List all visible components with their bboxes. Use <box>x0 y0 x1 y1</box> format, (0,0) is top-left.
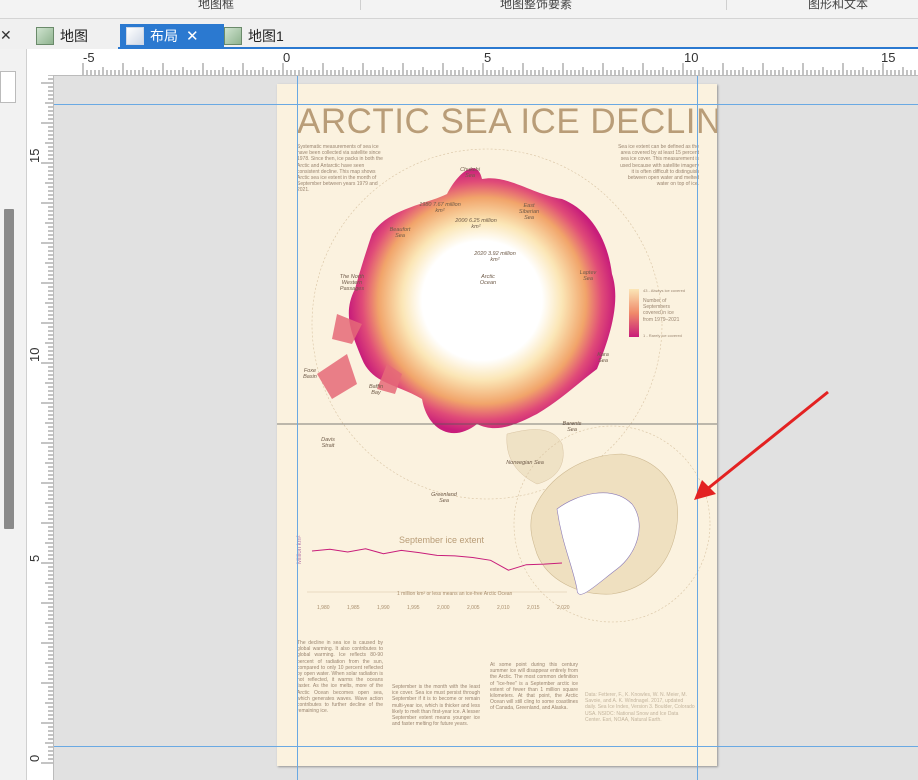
label-foxe: Foxe Basin <box>303 368 317 380</box>
ruler-label: 0 <box>283 50 290 65</box>
chart-x-tick: 2,005 <box>467 605 480 611</box>
guide-line[interactable] <box>297 76 298 780</box>
close-icon[interactable]: ✕ <box>0 27 12 44</box>
label-laptev: Laptev Sea <box>579 270 597 282</box>
map-icon <box>224 27 242 45</box>
credits-text: Data: Fetterer, F., K. Knowles, W. N. Me… <box>585 692 695 723</box>
ribbon-separator <box>726 0 727 10</box>
ribbon-group-bar: 地图框 地图整饰要素 图形和文本 <box>0 0 918 19</box>
label-east-siberian: East Siberian Sea <box>518 203 540 221</box>
label-greenland: Greenland Sea <box>431 492 457 504</box>
label-nwp: The North Western Passages <box>339 274 365 292</box>
layout-page[interactable]: ARCTIC SEA ICE DECLINE Systematic measur… <box>277 84 717 766</box>
sea-ice-extent <box>348 168 616 434</box>
red-arrow-annotation <box>694 390 829 500</box>
chart-x-tick: 2,020 <box>557 605 570 611</box>
arrow-shaft <box>705 390 829 492</box>
label-kara: Kara Sea <box>597 352 609 364</box>
label-1980: 1980 7.67 million km² <box>419 202 461 214</box>
chart-x-tick: 2,010 <box>497 605 510 611</box>
tab-label: 布局 <box>150 28 178 44</box>
scrollbar-thumb[interactable] <box>4 209 14 529</box>
ruler-label: 5 <box>27 555 42 562</box>
ribbon-group-map-frame: 地图框 <box>198 0 235 11</box>
ribbon-group-map-surround: 地图整饰要素 <box>500 0 573 11</box>
chart-note: 1 million km² or less means an ice-free … <box>397 591 513 597</box>
label-2020: 2020 3.92 million km² <box>474 251 516 263</box>
land-mass <box>506 429 564 485</box>
tab-map[interactable]: 地图 <box>30 24 94 48</box>
ice-extent-line <box>311 548 563 571</box>
tab-layout[interactable]: 布局 ✕ <box>120 24 224 48</box>
ruler-label: -5 <box>83 50 95 65</box>
chart-x-tick: 1,990 <box>377 605 390 611</box>
body-text-3: At some point during this century summer… <box>490 662 578 712</box>
legend-ramp <box>629 289 639 337</box>
vertical-ruler: 15 10 5 0 <box>27 75 54 780</box>
label-arctic-ocean: Arctic Ocean <box>479 274 497 286</box>
body-text-2: September is the month with the least ic… <box>392 684 480 728</box>
guide-line[interactable] <box>54 746 918 747</box>
tab-map1[interactable]: 地图1 <box>218 24 290 48</box>
left-panel: ▲ <box>0 49 27 780</box>
label-davis: Davis Strait <box>321 437 335 449</box>
close-tab-icon[interactable]: ✕ <box>186 27 199 45</box>
label-chukchi: Chukchi Sea <box>460 167 480 179</box>
label-barents: Barents Sea <box>562 421 582 433</box>
ribbon-group-graphics-text: 图形和文本 <box>808 0 869 11</box>
tab-label: 地图 <box>60 28 88 44</box>
panel-dropdown[interactable] <box>0 71 16 103</box>
chart-x-tick: 1,980 <box>317 605 330 611</box>
horizontal-ruler: -5 0 5 10 15 <box>53 49 918 76</box>
ruler-corner <box>27 49 54 76</box>
ruler-label: 0 <box>27 755 42 762</box>
legend-bottom-label: 1 - Rarely ice covered <box>643 333 682 338</box>
document-tab-bar: ✕ 地图 布局 ✕ 地图1 <box>0 19 918 49</box>
tab-label: 地图1 <box>248 28 284 44</box>
ribbon-separator <box>360 0 361 10</box>
ruler-label: 15 <box>27 149 42 163</box>
legend-top-label: 43 - Always ice covered <box>643 288 685 293</box>
chart-x-tick: 2,000 <box>437 605 450 611</box>
label-2000: 2000 6.25 million km² <box>455 218 497 230</box>
ruler-label: 10 <box>684 50 698 65</box>
legend-caption: Number of Septembers covered in ice from… <box>643 298 680 323</box>
label-norwegian: Norwegian Sea <box>506 460 544 466</box>
chart-x-tick: 2,015 <box>527 605 540 611</box>
ruler-label: 15 <box>881 50 895 65</box>
chart-x-tick: 1,985 <box>347 605 360 611</box>
ruler-label: 5 <box>484 50 491 65</box>
body-text-1: The decline in sea ice is caused by glob… <box>297 640 383 715</box>
guide-line[interactable] <box>54 104 918 105</box>
chart-x-tick: 1,995 <box>407 605 420 611</box>
layout-icon <box>126 27 144 45</box>
ruler-label: 10 <box>27 348 42 362</box>
label-beaufort: Beaufort Sea <box>389 227 411 239</box>
label-baffin: Baffin Bay <box>368 384 384 396</box>
map-icon <box>36 27 54 45</box>
